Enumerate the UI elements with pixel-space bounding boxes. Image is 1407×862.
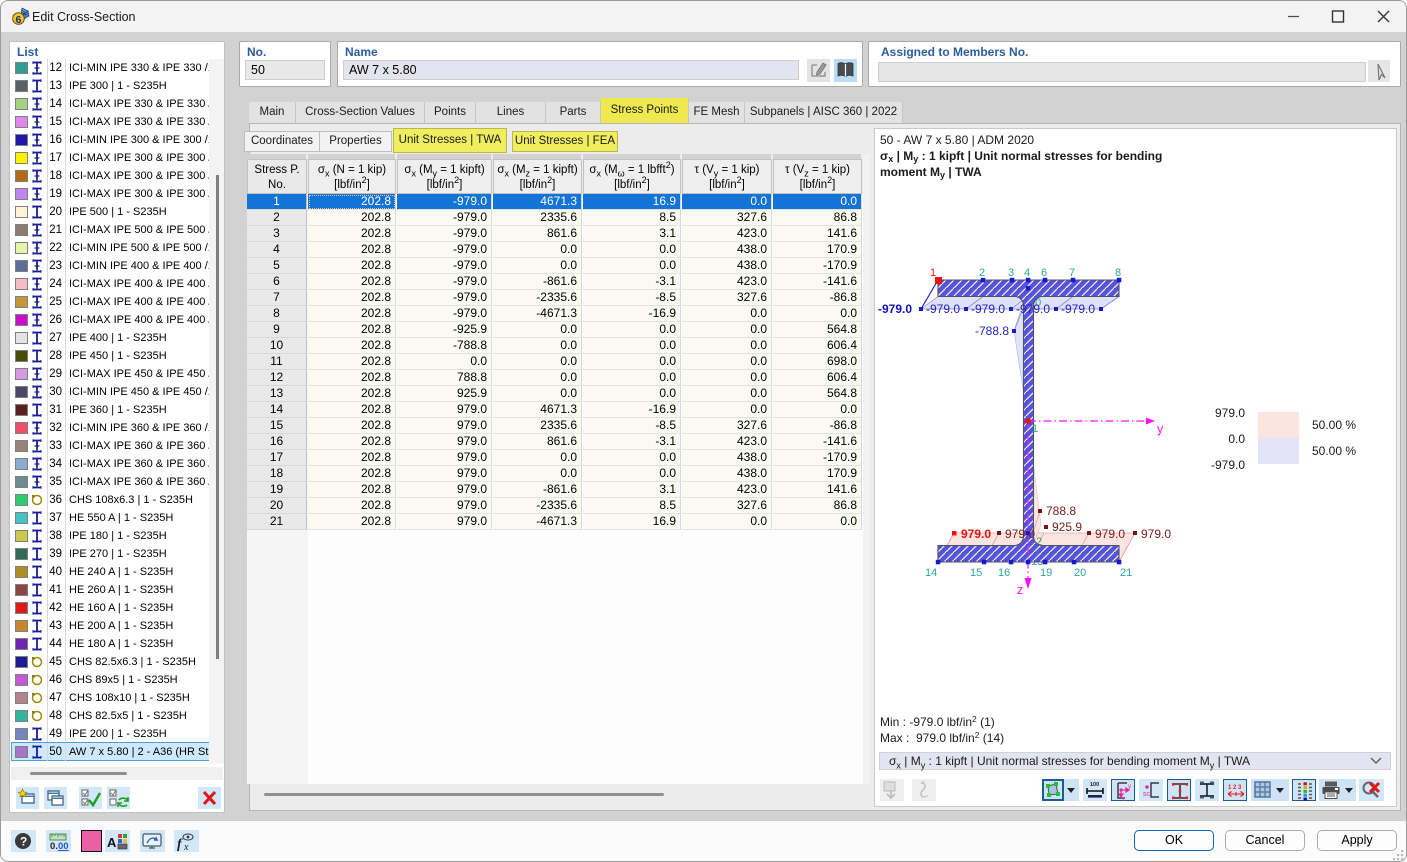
svg-text:?: ? xyxy=(20,835,27,849)
svg-text:-979.0: -979.0 xyxy=(926,302,960,316)
svg-text:z: z xyxy=(1122,797,1125,802)
svg-text:sc: sc xyxy=(1143,791,1151,798)
svg-text:50 - AW 7 x 5.80 | ADM 2020: 50 - AW 7 x 5.80 | ADM 2020 xyxy=(880,133,1034,147)
svg-text:6: 6 xyxy=(16,14,22,25)
svg-text:20: 20 xyxy=(1074,567,1086,579)
svg-text:979.0: 979.0 xyxy=(961,527,991,541)
svg-text:8: 8 xyxy=(1115,267,1121,279)
svg-text:100: 100 xyxy=(1090,782,1099,788)
svg-text:979.0: 979.0 xyxy=(1215,406,1245,420)
svg-text:y: y xyxy=(1128,784,1131,790)
svg-text:7: 7 xyxy=(1069,267,1075,279)
svg-text:3: 3 xyxy=(1008,267,1014,279)
svg-text:-979.0: -979.0 xyxy=(971,302,1005,316)
svg-text:1: 1 xyxy=(1032,423,1038,435)
svg-text:-979.0: -979.0 xyxy=(1211,458,1245,472)
svg-text:50.00 %: 50.00 % xyxy=(1312,444,1356,458)
svg-text:50.00 %: 50.00 % xyxy=(1312,418,1356,432)
svg-text:σx | My : 1 kipft | Unit norma: σx | My : 1 kipft | Unit normal stresses… xyxy=(880,149,1162,164)
svg-text:0.00: 0.00 xyxy=(50,841,69,852)
svg-text:979.0: 979.0 xyxy=(1141,527,1171,541)
svg-text:1: 1 xyxy=(930,267,936,279)
svg-text:979.0: 979.0 xyxy=(1095,527,1125,541)
svg-text:Max : 979.0 lbf/in2 (14): Max : 979.0 lbf/in2 (14) xyxy=(880,730,1004,745)
svg-text:moment My | TWA: moment My | TWA xyxy=(880,165,982,180)
svg-text:21: 21 xyxy=(1120,567,1132,579)
svg-text:-979.0: -979.0 xyxy=(1016,302,1050,316)
svg-text:Min : -979.0 lbf/in2 (1): Min : -979.0 lbf/in2 (1) xyxy=(880,714,995,729)
svg-text:A: A xyxy=(107,835,117,850)
svg-text:z: z xyxy=(1017,583,1023,597)
svg-text:6: 6 xyxy=(1041,267,1047,279)
svg-text:979.0: 979.0 xyxy=(1005,527,1035,541)
svg-text:4: 4 xyxy=(1024,267,1030,279)
svg-text:-788.8: -788.8 xyxy=(975,324,1009,338)
svg-text:-979.0: -979.0 xyxy=(878,302,912,316)
svg-text:788.8: 788.8 xyxy=(1046,504,1076,518)
svg-text:0.0: 0.0 xyxy=(1228,432,1245,446)
svg-text:f: f xyxy=(177,837,183,852)
svg-text:925.9: 925.9 xyxy=(1052,520,1082,534)
svg-text:-979.0: -979.0 xyxy=(1061,302,1095,316)
svg-text:y: y xyxy=(1157,422,1164,436)
svg-text:14: 14 xyxy=(925,567,937,579)
svg-text:15: 15 xyxy=(970,567,982,579)
svg-text:x: x xyxy=(183,842,189,853)
svg-text:16: 16 xyxy=(998,567,1010,579)
svg-text:19: 19 xyxy=(1040,567,1052,579)
svg-text:2: 2 xyxy=(979,267,985,279)
svg-text:1 2 3: 1 2 3 xyxy=(1228,785,1242,791)
